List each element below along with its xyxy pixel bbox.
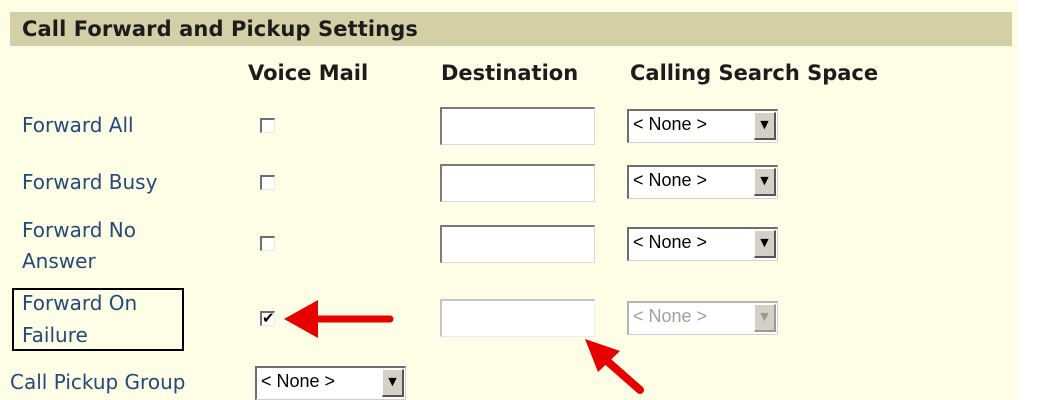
diagonal-arrow-icon [585, 339, 644, 394]
left-arrow-icon [284, 300, 394, 338]
annotation-overlay [284, 300, 644, 394]
